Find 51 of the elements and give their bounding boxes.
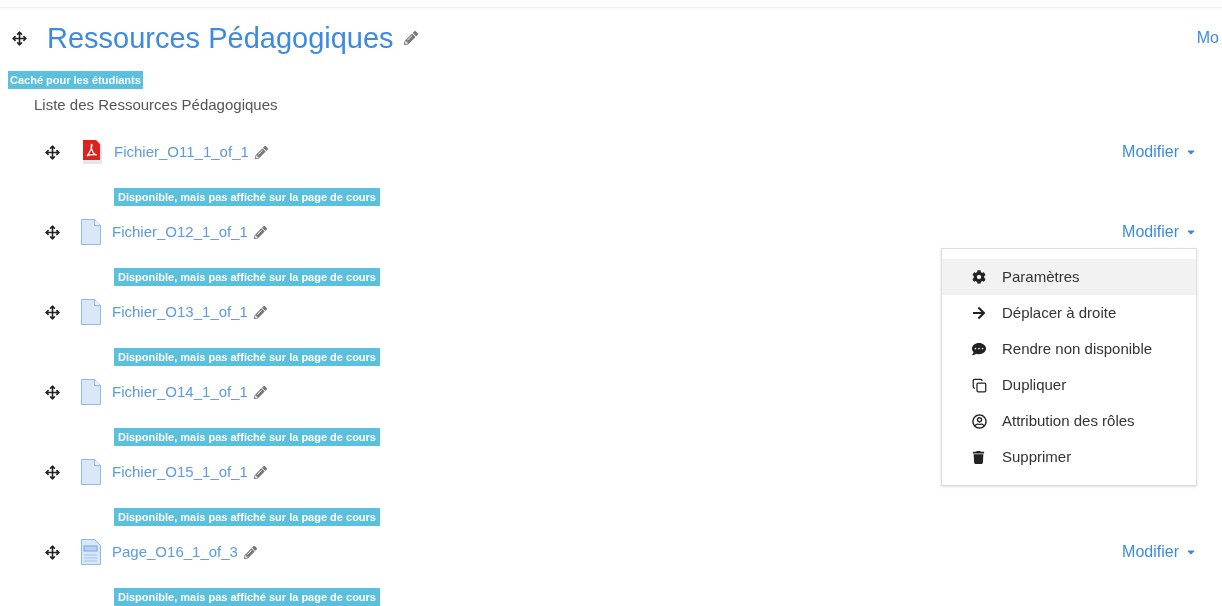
pencil-icon[interactable] [403, 31, 418, 45]
section-description: Liste des Ressources Pédagogiques [34, 96, 278, 113]
status-badge: Disponible, mais pas affiché sur la page de cours [114, 188, 380, 206]
pencil-icon[interactable] [253, 385, 267, 399]
document-icon [80, 458, 102, 486]
status-badge: Disponible, mais pas affiché sur la page de cours [114, 588, 380, 606]
move-icon[interactable] [45, 464, 60, 480]
move-icon[interactable] [12, 30, 27, 46]
edit-menu-button[interactable]: Modifier [1122, 540, 1197, 564]
menu-item[interactable]: Attribution des rôles [942, 403, 1196, 439]
resource-link[interactable]: Fichier_O12_1_of_1 [112, 220, 248, 244]
menu-item[interactable]: Rendre non disponible [942, 331, 1196, 367]
status-badge: Disponible, mais pas affiché sur la page de cours [114, 428, 380, 446]
document-icon [80, 378, 102, 406]
document-icon [80, 218, 102, 246]
resource-link[interactable]: Page_O16_1_of_3 [112, 540, 238, 564]
move-icon[interactable] [45, 544, 60, 560]
resource-link[interactable]: Fichier_O15_1_of_1 [112, 460, 248, 484]
right-arrow-icon [972, 306, 986, 320]
settings-icon [972, 270, 986, 284]
trash-icon [972, 450, 985, 464]
resource-link[interactable]: Fichier_O13_1_of_1 [112, 300, 248, 324]
pencil-icon[interactable] [243, 545, 257, 559]
menu-item[interactable]: Dupliquer [942, 367, 1196, 403]
section-title[interactable]: Ressources Pédagogiques [47, 23, 394, 53]
move-icon[interactable] [45, 224, 60, 240]
menu-item[interactable]: Déplacer à droite [942, 295, 1196, 331]
status-badge: Caché pour les étudiants [8, 71, 143, 89]
edit-link[interactable]: Mo [1196, 26, 1219, 50]
speech-bubble-icon [972, 342, 986, 356]
pencil-icon[interactable] [253, 305, 267, 319]
move-icon[interactable] [45, 144, 60, 160]
resource-link[interactable]: Fichier_O11_1_of_1 [114, 140, 249, 164]
pencil-icon[interactable] [253, 465, 267, 479]
document-icon [80, 298, 102, 326]
resource-link[interactable]: Fichier_O14_1_of_1 [112, 380, 248, 404]
edit-menu-button[interactable]: Modifier [1122, 140, 1197, 164]
status-badge: Disponible, mais pas affiché sur la page de cours [114, 348, 380, 366]
move-icon[interactable] [45, 304, 60, 320]
status-badge: Disponible, mais pas affiché sur la page de cours [114, 508, 380, 526]
status-badge: Disponible, mais pas affiché sur la page de cours [114, 268, 380, 286]
duplicate-icon [972, 377, 987, 393]
menu-item[interactable]: Paramètres [942, 259, 1196, 295]
pdf-file-icon [80, 139, 104, 165]
pencil-icon[interactable] [254, 145, 268, 159]
user-icon [972, 413, 987, 429]
pencil-icon[interactable] [253, 225, 267, 239]
edit-menu-button[interactable]: Modifier [1122, 220, 1197, 244]
page-icon [80, 538, 102, 566]
menu-item[interactable]: Supprimer [942, 439, 1196, 475]
move-icon[interactable] [45, 384, 60, 400]
